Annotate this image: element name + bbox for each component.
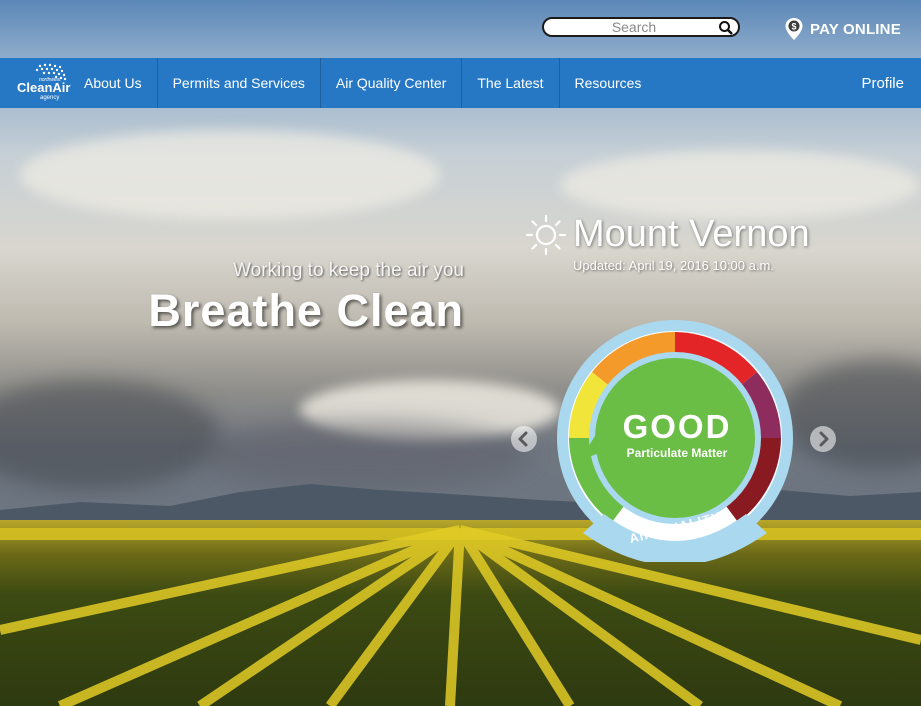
search-box[interactable]	[542, 17, 740, 37]
clean-air-logo-mark: northwest CleanAir agency	[17, 63, 70, 101]
pay-online-label: PAY ONLINE	[810, 20, 901, 38]
logo-line-3: agency	[40, 95, 59, 101]
nav-profile[interactable]: Profile	[861, 58, 921, 108]
nav-about-us[interactable]: About Us	[72, 58, 158, 108]
chevron-left-icon	[518, 431, 528, 447]
search-icon[interactable]	[718, 20, 734, 36]
carousel-next-button[interactable]	[810, 426, 836, 452]
clean-air-logo[interactable]: northwest CleanAir agency	[0, 58, 72, 108]
sun-icon	[525, 214, 567, 256]
hero-tagline: Working to keep the air you	[233, 260, 464, 281]
air-quality-pollutant: Particulate Matter	[626, 446, 728, 460]
search-input[interactable]	[554, 19, 714, 35]
city-name: Mount Vernon	[573, 213, 810, 255]
hero-headline: Breathe Clean	[148, 285, 464, 336]
pay-online-link[interactable]: $ PAY ONLINE	[784, 17, 901, 41]
nav-air-quality-center[interactable]: Air Quality Center	[321, 58, 463, 108]
top-bar: $ PAY ONLINE	[0, 0, 921, 58]
chevron-right-icon	[819, 431, 829, 447]
carousel-prev-button[interactable]	[511, 426, 537, 452]
air-quality-status: GOOD	[622, 408, 732, 445]
nav-resources[interactable]: Resources	[560, 58, 657, 108]
main-nav: northwest CleanAir agency About Us Permi…	[0, 58, 921, 108]
nav-the-latest[interactable]: The Latest	[462, 58, 560, 108]
map-pin-dollar-icon: $	[785, 18, 803, 40]
logo-line-2: CleanAir	[17, 80, 70, 95]
svg-text:$: $	[791, 22, 796, 32]
cloud	[560, 150, 920, 220]
nav-permits-and-services[interactable]: Permits and Services	[158, 58, 321, 108]
cloud	[20, 130, 440, 220]
updated-timestamp: Updated: April 19, 2016 10:00 a.m.	[573, 258, 774, 273]
